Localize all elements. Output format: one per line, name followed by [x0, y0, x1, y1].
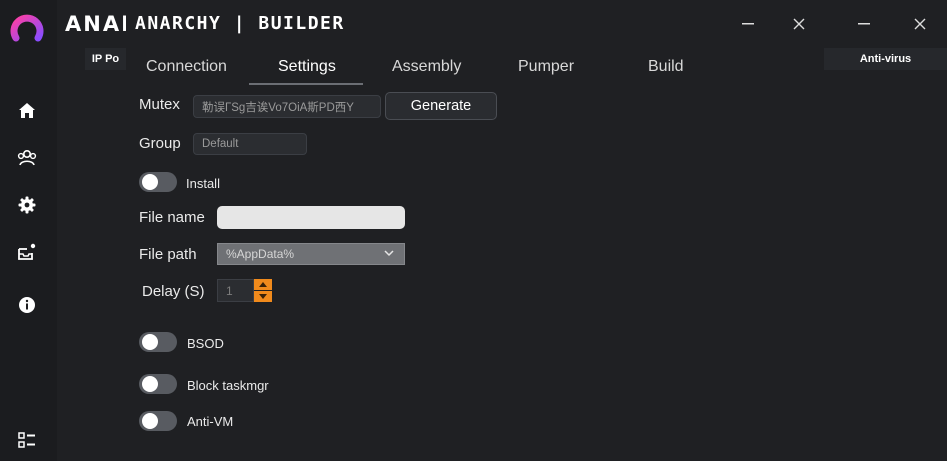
tab-bar: Connection Settings Assembly Pumper Buil… [126, 50, 824, 86]
tab-assembly[interactable]: Assembly [392, 58, 461, 76]
list-icon[interactable] [17, 430, 37, 450]
group-label: Group [139, 135, 181, 152]
background-close-icon[interactable] [908, 12, 932, 36]
stepper-down-icon[interactable] [254, 291, 272, 302]
anti-vm-label: Anti-VM [187, 414, 234, 429]
group-field[interactable]: Default [193, 133, 307, 155]
tab-build[interactable]: Build [648, 58, 684, 76]
file-name-input[interactable] [217, 206, 405, 229]
close-icon[interactable] [787, 12, 811, 36]
builder-icon[interactable] [17, 242, 37, 262]
background-column-header-ip: IP Po [85, 48, 126, 70]
home-icon[interactable] [17, 101, 37, 121]
delay-stepper: 1 [217, 279, 272, 302]
info-icon[interactable] [17, 295, 37, 315]
tab-connection[interactable]: Connection [146, 58, 227, 76]
mutex-field[interactable]: 勒误ГSg吉诶Vo7OiA斯PD西Y [193, 95, 381, 118]
generate-button[interactable]: Generate [385, 92, 497, 120]
bsod-toggle[interactable] [139, 332, 177, 352]
install-toggle-knob [142, 174, 158, 190]
background-column-header-antivirus: Anti-virus [824, 48, 947, 70]
anti-vm-toggle[interactable] [139, 411, 177, 431]
gear-icon[interactable] [17, 195, 37, 215]
block-taskmgr-toggle-knob [142, 376, 158, 392]
tab-settings[interactable]: Settings [278, 58, 336, 76]
anti-vm-toggle-knob [142, 413, 158, 429]
block-taskmgr-toggle[interactable] [139, 374, 177, 394]
install-label: Install [186, 176, 220, 191]
minimize-icon[interactable] [736, 12, 760, 36]
active-tab-indicator [249, 83, 363, 85]
delay-value[interactable]: 1 [217, 279, 254, 302]
chevron-down-icon [384, 250, 394, 257]
builder-title: ANARCHY | BUILDER [135, 13, 345, 34]
logo-icon [10, 14, 44, 42]
delay-label: Delay (S) [142, 283, 205, 300]
file-path-selected: %AppData% [226, 247, 295, 261]
sidebar [0, 0, 58, 461]
file-path-select[interactable]: %AppData% [217, 243, 405, 265]
builder-window: ANARCHY | BUILDER Connection Settings As… [126, 0, 824, 461]
block-taskmgr-label: Block taskmgr [187, 378, 269, 393]
mutex-label: Mutex [139, 96, 180, 113]
install-toggle[interactable] [139, 172, 177, 192]
bsod-toggle-knob [142, 334, 158, 350]
users-icon[interactable] [17, 148, 37, 168]
file-name-label: File name [139, 209, 205, 226]
bsod-label: BSOD [187, 336, 224, 351]
file-path-label: File path [139, 246, 197, 263]
background-minimize-icon[interactable] [852, 12, 876, 36]
tab-pumper[interactable]: Pumper [518, 58, 574, 76]
stepper-up-icon[interactable] [254, 279, 272, 290]
